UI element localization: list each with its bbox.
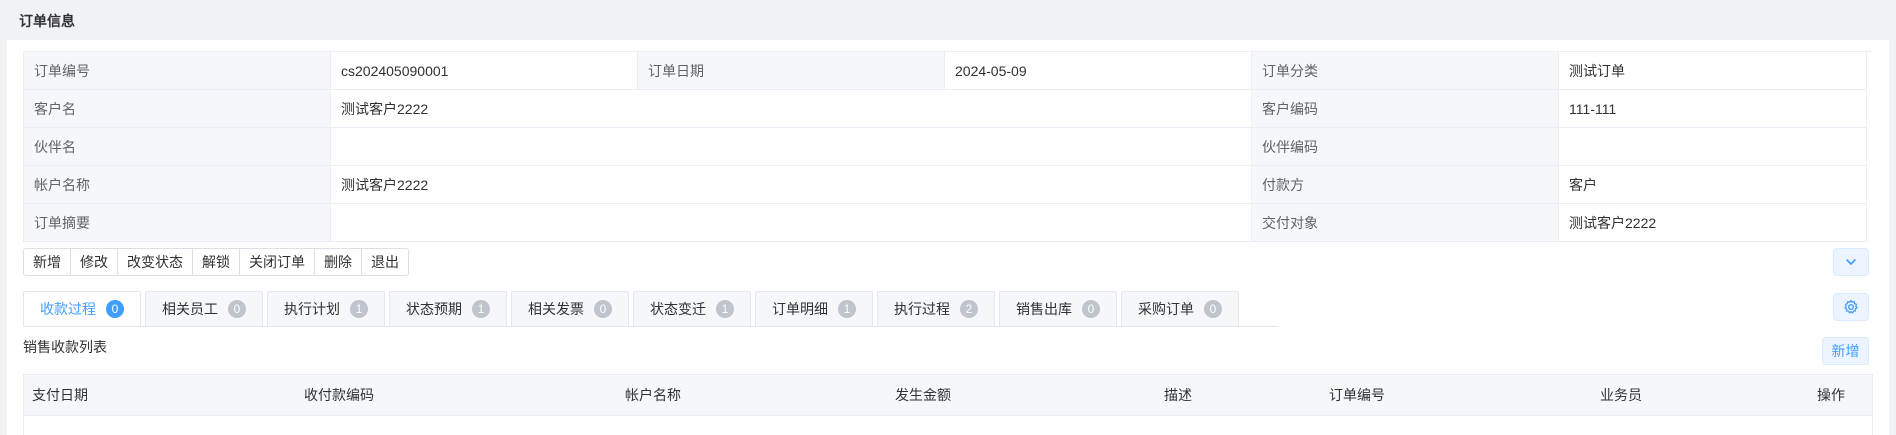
order-type-label: 订单分类 [1252,52,1559,90]
customer-code-label: 客户编码 [1252,90,1559,128]
tab-label: 执行过程 [894,301,950,317]
tab-execution-plan[interactable]: 执行计划 1 [267,291,385,326]
tab-related-staff[interactable]: 相关员工 0 [145,291,263,326]
column-header-payment-code[interactable]: 收付款编码 [304,375,374,415]
section-title: 销售收款列表 [23,339,107,355]
tab-count-badge: 1 [838,300,856,318]
unlock-button[interactable]: 解锁 [192,248,240,276]
table-body [23,416,1873,435]
order-date-value: 2024-05-09 [945,52,1252,90]
order-card: 订单编号 cs202405090001 订单日期 2024-05-09 订单分类… [7,40,1889,435]
tab-count-badge: 1 [716,300,734,318]
add-payment-button[interactable]: 新增 [1822,337,1869,365]
edit-button[interactable]: 修改 [70,248,118,276]
column-header-order-no[interactable]: 订单编号 [1329,375,1385,415]
tab-divider [23,326,1278,327]
tab-label: 状态变迁 [650,301,706,317]
partner-name-value [331,128,1252,166]
partner-code-value [1559,128,1867,166]
expand-button[interactable] [1833,248,1869,276]
order-info-grid: 订单编号 cs202405090001 订单日期 2024-05-09 订单分类… [23,51,1873,242]
add-button[interactable]: 新增 [23,248,71,276]
payer-label: 付款方 [1252,166,1559,204]
tab-count-badge: 0 [1082,300,1100,318]
account-name-value: 测试客户2222 [331,166,1252,204]
tab-count-badge: 2 [960,300,978,318]
tab-purchase-orders[interactable]: 采购订单 0 [1121,291,1239,326]
info-row: 订单编号 cs202405090001 订单日期 2024-05-09 订单分类… [24,52,1873,90]
tab-label: 状态预期 [406,301,462,317]
info-row: 伙伴名 伙伴编码 [24,128,1873,166]
tab-label: 相关发票 [528,301,584,317]
info-row: 客户名 测试客户2222 客户编码 111-111 [24,90,1873,128]
column-header-actions[interactable]: 操作 [1817,375,1845,415]
partner-code-label: 伙伴编码 [1252,128,1559,166]
info-row: 帐户名称 测试客户2222 付款方 客户 [24,166,1873,204]
table-header: 支付日期 收付款编码 帐户名称 发生金额 描述 订单编号 业务员 操作 [23,374,1873,416]
tab-payment-process[interactable]: 收款过程 0 [23,291,141,326]
delete-button[interactable]: 删除 [314,248,362,276]
tab-label: 执行计划 [284,301,340,317]
info-row: 订单摘要 交付对象 测试客户2222 [24,204,1873,242]
order-date-label: 订单日期 [638,52,945,90]
tab-sales-outbound[interactable]: 销售出库 0 [999,291,1117,326]
customer-name-label: 客户名 [24,90,331,128]
column-header-pay-date[interactable]: 支付日期 [32,375,88,415]
tab-label: 销售出库 [1016,301,1072,317]
tab-label: 相关员工 [162,301,218,317]
tab-related-invoices[interactable]: 相关发票 0 [511,291,629,326]
tab-label: 采购订单 [1138,301,1194,317]
column-header-amount[interactable]: 发生金额 [895,375,951,415]
account-name-label: 帐户名称 [24,166,331,204]
tab-order-details[interactable]: 订单明细 1 [755,291,873,326]
tab-label: 订单明细 [772,301,828,317]
close-order-button[interactable]: 关闭订单 [239,248,315,276]
column-header-salesperson[interactable]: 业务员 [1600,375,1642,415]
tab-count-badge: 0 [594,300,612,318]
customer-name-value: 测试客户2222 [331,90,1252,128]
tab-execution-process[interactable]: 执行过程 2 [877,291,995,326]
settings-button[interactable] [1833,293,1869,321]
tab-count-badge: 1 [472,300,490,318]
change-status-button[interactable]: 改变状态 [117,248,193,276]
column-header-account-name[interactable]: 帐户名称 [625,375,681,415]
tab-count-badge: 0 [106,300,124,318]
tab-count-badge: 0 [1204,300,1222,318]
delivery-target-label: 交付对象 [1252,204,1559,242]
partner-name-label: 伙伴名 [24,128,331,166]
tab-status-changes[interactable]: 状态变迁 1 [633,291,751,326]
tab-label: 收款过程 [40,301,96,317]
summary-label: 订单摘要 [24,204,331,242]
exit-button[interactable]: 退出 [361,248,409,276]
action-toolbar: 新增 修改 改变状态 解锁 关闭订单 删除 退出 [23,248,409,276]
payer-value: 客户 [1559,166,1867,204]
summary-value [331,204,1252,242]
column-header-description[interactable]: 描述 [1164,375,1192,415]
order-type-value: 测试订单 [1559,52,1867,90]
customer-code-value: 111-111 [1559,90,1867,128]
tab-status-expectation[interactable]: 状态预期 1 [389,291,507,326]
chevron-down-icon [1846,259,1856,265]
order-no-label: 订单编号 [24,52,331,90]
delivery-target-value: 测试客户2222 [1559,204,1867,242]
page-title: 订单信息 [19,13,75,29]
detail-tabs: 收款过程 0 相关员工 0 执行计划 1 状态预期 1 相关发票 0 状态变迁 … [23,291,1243,326]
gear-icon [1844,299,1858,314]
order-no-value: cs202405090001 [331,52,638,90]
tab-count-badge: 0 [228,300,246,318]
tab-count-badge: 1 [350,300,368,318]
